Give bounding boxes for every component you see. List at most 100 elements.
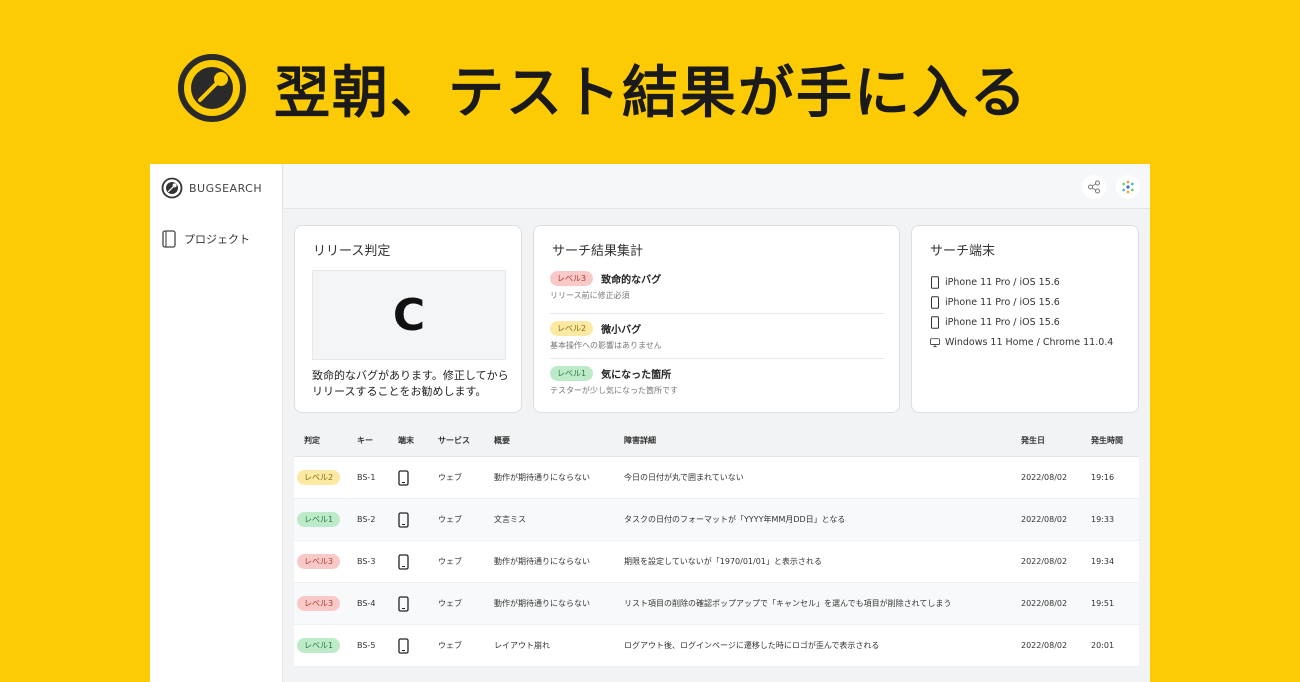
device-label: iPhone 11 Pro / iOS 15.6 (945, 316, 1060, 328)
service-cell: ウェブ (438, 641, 462, 650)
summary-item-level2: レベル2 微小バグ 基本操作への影響はありません (550, 313, 884, 351)
table-row[interactable]: レベル1 BS-5 ウェブ レイアウト崩れ ログアウト後、ログインページに遷移し… (294, 625, 1139, 667)
detail-cell: タスクの日付のフォーマットが「YYYY年MM月DD日」となる (624, 515, 846, 524)
level-badge: レベル3 (550, 270, 594, 286)
sidebar: BUGSEARCH プロジェクト (150, 164, 283, 682)
sidebar-item-label: プロジェクト (184, 233, 250, 246)
column-header[interactable]: 発生日 (1021, 425, 1045, 456)
level-badge: レベル2 (297, 470, 341, 485)
level-badge: レベル1 (297, 512, 341, 527)
bug-table: 判定 キー 端末 サービス 概要 障害詳細 発生日 発生時間 レベル2 BS-1… (294, 425, 1139, 667)
device-item: iPhone 11 Pro / iOS 15.6 (930, 292, 1113, 312)
summary-item-sub: テスターが少し気になった箇所です (550, 386, 678, 395)
brand-name: BUGSEARCH (189, 181, 263, 195)
date-cell: 2022/08/02 (1021, 515, 1068, 524)
avatar[interactable] (1116, 175, 1140, 199)
summary-cell: 動作が期待通りにならない (494, 557, 590, 566)
share-icon (1088, 180, 1100, 194)
table-header: 判定 キー 端末 サービス 概要 障害詳細 発生日 発生時間 (294, 425, 1139, 457)
level-badge: レベル1 (297, 638, 341, 653)
column-header[interactable]: サービス (438, 425, 470, 456)
table-row[interactable]: レベル2 BS-1 ウェブ 動作が期待通りにならない 今日の日付が丸で囲まれてい… (294, 457, 1139, 499)
device-item: Windows 11 Home / Chrome 11.0.4 (930, 332, 1113, 352)
column-header[interactable]: キー (357, 425, 373, 456)
device-item: iPhone 11 Pro / iOS 15.6 (930, 272, 1113, 292)
summary-cell: 動作が期待通りにならない (494, 599, 590, 608)
column-header[interactable]: 概要 (494, 425, 510, 456)
grade-description: 致命的なバグがあります。修正してからリリースすることをお勧めします。 (312, 369, 509, 398)
summary-item-level3: レベル3 致命的なバグ リリース前に修正必須 (550, 268, 884, 301)
phone-icon (398, 553, 409, 570)
device-label: iPhone 11 Pro / iOS 15.6 (945, 276, 1060, 288)
bugsearch-logo-icon (178, 54, 246, 122)
folder-icon (162, 230, 176, 248)
service-cell: ウェブ (438, 557, 462, 566)
headline-title: 翌朝、テスト結果が手に入る (274, 60, 1028, 126)
table-row[interactable]: レベル1 BS-2 ウェブ 文言ミス タスクの日付のフォーマットが「YYYY年M… (294, 499, 1139, 541)
time-cell: 19:34 (1091, 557, 1115, 566)
share-button[interactable] (1082, 175, 1106, 199)
sidebar-item-project[interactable]: プロジェクト (162, 230, 250, 248)
summary-item-sub: 基本操作への影響はありません (550, 341, 662, 350)
time-cell: 19:16 (1091, 473, 1115, 482)
app-window: BUGSEARCH プロジェクト リリース判定 C 致命的なバグがあります。修正… (150, 164, 1150, 682)
detail-cell: ログアウト後、ログインページに遷移した時にロゴが歪んで表示される (624, 641, 880, 650)
date-cell: 2022/08/02 (1021, 473, 1068, 482)
grade-box: C (312, 270, 506, 360)
detail-cell: リスト項目の削除の確認ポップアップで「キャンセル」を選んでも項目が削除されてしま… (624, 599, 952, 608)
summary-item-title: 致命的なバグ (601, 274, 662, 286)
table-row[interactable]: レベル3 BS-4 ウェブ 動作が期待通りにならない リスト項目の削除の確認ポッ… (294, 583, 1139, 625)
summary-cell: 動作が期待通りにならない (494, 473, 590, 482)
phone-icon (398, 511, 409, 528)
date-cell: 2022/08/02 (1021, 557, 1068, 566)
key-cell: BS-1 (357, 473, 376, 482)
device-label: Windows 11 Home / Chrome 11.0.4 (945, 336, 1114, 348)
summary-item-title: 気になった箇所 (601, 369, 672, 381)
phone-icon (931, 315, 939, 329)
time-cell: 19:33 (1091, 515, 1115, 524)
device-label: iPhone 11 Pro / iOS 15.6 (945, 296, 1060, 308)
desktop-icon (930, 337, 940, 347)
phone-icon (398, 637, 409, 654)
key-cell: BS-2 (357, 515, 376, 524)
topbar (284, 164, 1150, 209)
devices-card: サーチ端末 iPhone 11 Pro / iOS 15.6 iPhone 11… (911, 225, 1139, 413)
service-cell: ウェブ (438, 473, 462, 482)
column-header[interactable]: 障害詳細 (624, 425, 656, 456)
column-header[interactable]: 発生時間 (1091, 425, 1123, 456)
avatar-icon (1122, 180, 1134, 194)
summary-item-level1: レベル1 気になった箇所 テスターが少し気になった箇所です (550, 358, 884, 396)
headline: 翌朝、テスト結果が手に入る (176, 50, 1028, 126)
column-header[interactable]: 端末 (398, 425, 414, 456)
level-badge: レベル3 (297, 554, 341, 569)
service-cell: ウェブ (438, 599, 462, 608)
devices-title: サーチ端末 (930, 244, 996, 259)
summary-cell: 文言ミス (494, 515, 526, 524)
brand[interactable]: BUGSEARCH (161, 177, 262, 199)
device-list: iPhone 11 Pro / iOS 15.6 iPhone 11 Pro /… (930, 272, 1113, 352)
column-header[interactable]: 判定 (304, 425, 320, 456)
detail-cell: 今日の日付が丸で囲まれていない (624, 473, 744, 482)
time-cell: 19:51 (1091, 599, 1115, 608)
summary-cell: レイアウト崩れ (494, 641, 550, 650)
phone-icon (931, 295, 939, 309)
device-item: iPhone 11 Pro / iOS 15.6 (930, 312, 1113, 332)
phone-icon (931, 275, 939, 289)
table-row[interactable]: レベル3 BS-3 ウェブ 動作が期待通りにならない 期限を設定していないが「1… (294, 541, 1139, 583)
date-cell: 2022/08/02 (1021, 599, 1068, 608)
grade-letter: C (392, 289, 426, 341)
key-cell: BS-4 (357, 599, 376, 608)
level-badge: レベル3 (297, 596, 341, 611)
date-cell: 2022/08/02 (1021, 641, 1068, 650)
level-badge: レベル1 (550, 365, 594, 381)
key-cell: BS-5 (357, 641, 376, 650)
level-badge: レベル2 (550, 320, 594, 336)
summary-item-title: 微小バグ (601, 324, 642, 336)
detail-cell: 期限を設定していないが「1970/01/01」と表示される (624, 557, 822, 566)
summary-item-sub: リリース前に修正必須 (550, 291, 630, 300)
key-cell: BS-3 (357, 557, 376, 566)
summary-card: サーチ結果集計 レベル3 致命的なバグ リリース前に修正必須 レベル2 微小バグ… (533, 225, 900, 413)
phone-icon (398, 595, 409, 612)
summary-title: サーチ結果集計 (552, 244, 644, 259)
service-cell: ウェブ (438, 515, 462, 524)
